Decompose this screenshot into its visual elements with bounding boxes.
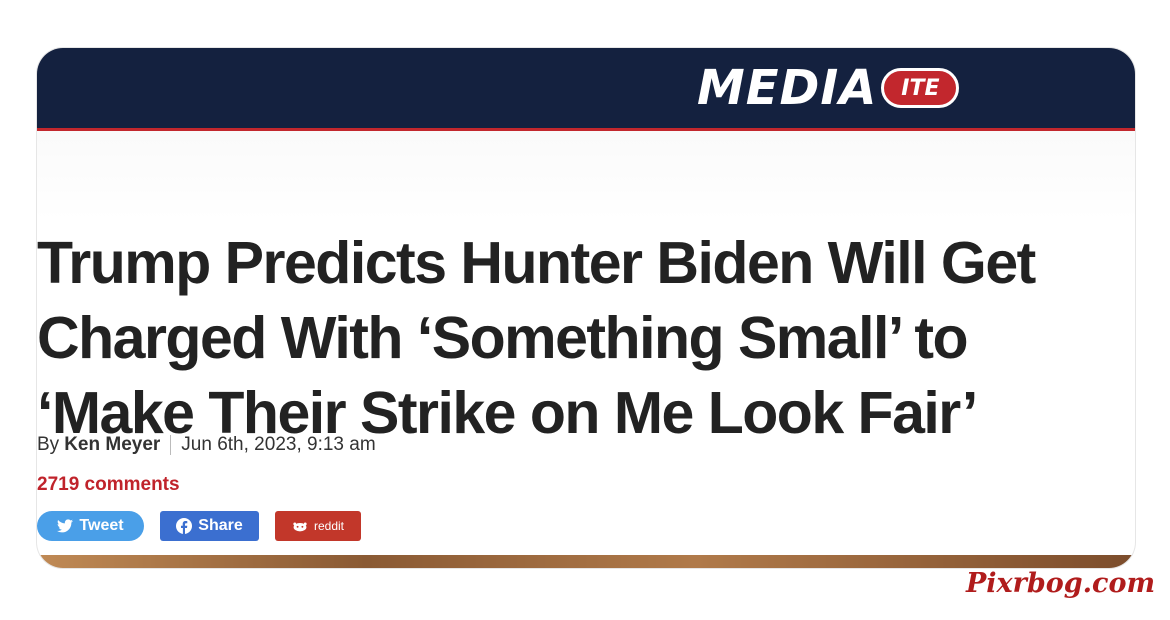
comments-link[interactable]: 2719 comments [37,474,180,496]
twitter-icon [57,519,74,533]
hero-image-edge [37,555,1135,568]
site-logo[interactable]: MEDIA ITE [697,58,960,118]
byline: By Ken Meyer Jun 6th, 2023, 9:13 am [37,434,376,456]
share-label: Share [198,517,243,534]
faded-header-area [37,131,1135,221]
reddit-label: reddit [313,519,345,533]
author-link[interactable]: Ken Meyer [64,434,160,456]
logo-badge: ITE [881,68,960,108]
publish-date: Jun 6th, 2023, 9:13 am [181,434,376,455]
headline-line: Charged With ‘Something Small’ to [37,305,969,371]
masthead: MEDIA ITE [37,48,1135,128]
logo-word: MEDIA [697,60,878,116]
article-headline: Trump Predicts Hunter Biden Will Get Cha… [37,226,1097,451]
tweet-button[interactable]: Tweet [37,511,144,541]
share-buttons: Tweet Share reddit [37,511,361,541]
watermark: Pixrbog.com [966,568,1156,599]
headline-line: Trump Predicts Hunter Biden Will Get [37,230,1036,296]
byline-separator [170,435,172,455]
facebook-icon [176,518,193,534]
reddit-icon [293,522,307,532]
facebook-share-button[interactable]: Share [160,511,259,541]
tweet-label: Tweet [79,517,124,534]
reddit-share-button[interactable]: reddit [275,511,361,541]
byline-prefix: By [37,434,60,455]
article-card: MEDIA ITE Trump Predicts Hunter Biden Wi… [37,48,1135,568]
